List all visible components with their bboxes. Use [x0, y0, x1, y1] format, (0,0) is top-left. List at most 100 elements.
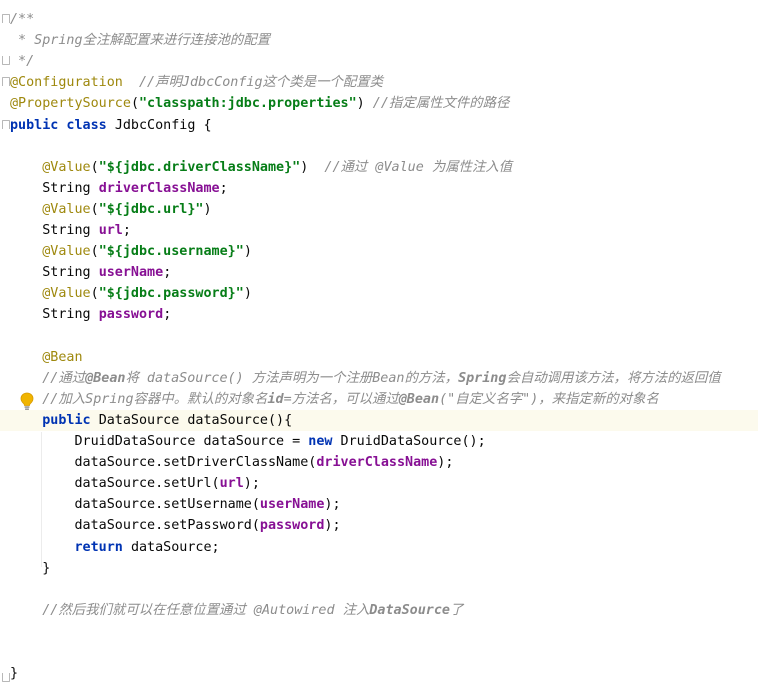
code-token: } — [10, 560, 51, 576]
code-token: 会自动调用该方法，将方法的返回值 — [506, 370, 721, 386]
code-token: /** — [10, 12, 35, 27]
code-token: dataSource.setUsername( — [10, 497, 260, 513]
code-line[interactable]: public DataSource dataSource(){ — [0, 409, 758, 431]
code-token: DruidDataSource dataSource = — [10, 434, 309, 449]
code-token: ( — [90, 201, 99, 217]
code-token: ( — [90, 286, 99, 302]
code-line[interactable]: String userName; — [10, 262, 171, 283]
code-line[interactable]: String url; — [10, 220, 131, 241]
code-token: DruidDataSource(); — [340, 434, 486, 449]
code-token: "${jdbc.driverClassName}" — [98, 159, 301, 175]
code-line[interactable]: @Configuration //声明JdbcConfig这个类是一个配置类 — [10, 72, 383, 93]
code-token: ( — [90, 159, 99, 175]
code-token: @Bean — [85, 370, 126, 386]
code-line[interactable]: dataSource.setDriverClassName(driverClas… — [10, 452, 453, 473]
fold-marker-icon[interactable] — [2, 14, 10, 23]
code-token: } — [10, 666, 19, 682]
lightbulb-icon[interactable] — [20, 392, 34, 411]
code-token: ; — [163, 265, 172, 281]
code-token: */ — [10, 54, 35, 70]
code-token: "classpath:jdbc.properties" — [139, 96, 357, 112]
code-token: @PropertySource — [10, 96, 131, 112]
code-line[interactable]: } — [10, 663, 18, 684]
code-line[interactable]: //通过@Bean将 dataSource() 方法声明为一个注册Bean的方法… — [10, 368, 721, 389]
code-token: "${jdbc.password}" — [98, 286, 244, 302]
code-line[interactable]: /** — [10, 9, 34, 30]
code-token: String — [10, 223, 99, 238]
code-token: ; — [219, 180, 228, 196]
code-token: public — [42, 412, 99, 428]
code-token: Spring — [458, 370, 507, 386]
fold-marker-icon[interactable] — [2, 77, 10, 86]
code-line[interactable]: @Bean — [10, 347, 82, 368]
code-token: String — [10, 307, 99, 323]
code-token: dataSource.setDriverClassName( — [10, 455, 317, 471]
code-token: //指定属性文件的路径 — [372, 96, 510, 112]
code-line[interactable]: @Value("${jdbc.password}") — [10, 283, 252, 304]
code-line[interactable]: @Value("${jdbc.username}") — [10, 241, 252, 262]
code-editor[interactable]: /** * Spring全注解配置来进行连接池的配置 */ @Configurat… — [0, 0, 758, 694]
code-token: driverClassName — [316, 455, 438, 471]
code-token: public class — [10, 117, 115, 133]
code-line[interactable]: */ — [10, 51, 34, 72]
editor-gutter[interactable] — [0, 0, 10, 694]
code-token: new — [308, 434, 341, 449]
code-token: //通过 @Value 为属性注入值 — [324, 159, 513, 175]
code-line[interactable]: @Value("${jdbc.driverClassName}") //通过 @… — [10, 157, 512, 178]
code-token: ) — [243, 244, 252, 260]
code-token: password — [259, 518, 325, 534]
code-token: "${jdbc.url}" — [98, 201, 204, 217]
code-line[interactable]: } — [10, 558, 50, 579]
code-line[interactable]: String password; — [10, 304, 171, 325]
code-token: url — [219, 476, 244, 492]
fold-marker-icon[interactable] — [2, 673, 10, 682]
code-token: @Bean — [398, 391, 440, 407]
code-token: ); — [324, 518, 341, 534]
code-token: ) — [203, 201, 212, 217]
code-token: ("自定义名字")，来指定新的对象名 — [439, 391, 659, 407]
code-line[interactable]: * Spring全注解配置来进行连接池的配置 — [10, 30, 270, 51]
code-token: @Configuration — [10, 75, 123, 91]
code-token: userName — [259, 497, 325, 513]
code-token: ; — [163, 307, 172, 323]
code-token: dataSource; — [130, 539, 220, 555]
code-token: @Value — [42, 201, 91, 217]
code-token: //声明JdbcConfig这个类是一个配置类 — [122, 75, 384, 91]
code-token: ) — [300, 159, 325, 175]
code-token: @Value — [42, 244, 91, 260]
code-token: "${jdbc.username}" — [98, 244, 244, 260]
code-token: =方法名，可以通过 — [283, 391, 399, 407]
code-token: return — [74, 539, 131, 555]
code-token: ) — [243, 286, 252, 302]
code-token: 了 — [450, 602, 464, 618]
code-token: dataSource.setUrl( — [10, 476, 220, 492]
code-token: * Spring全注解配置来进行连接池的配置 — [10, 33, 271, 49]
code-line[interactable]: dataSource.setUrl(url); — [10, 473, 259, 494]
code-line[interactable]: DruidDataSource dataSource = new DruidDa… — [10, 431, 486, 452]
fold-marker-icon[interactable] — [2, 120, 10, 129]
fold-marker-icon[interactable] — [2, 56, 10, 65]
code-line[interactable]: public class JdbcConfig { — [10, 115, 212, 136]
code-line[interactable]: return dataSource; — [10, 537, 220, 558]
code-token: //通过 — [42, 370, 86, 386]
code-line[interactable]: //然后我们就可以在任意位置通过 @Autowired 注入DataSource… — [10, 600, 463, 621]
code-line[interactable]: dataSource.setUsername(userName); — [10, 494, 340, 515]
code-line[interactable]: @Value("${jdbc.url}") — [10, 199, 212, 220]
code-line[interactable]: //加入Spring容器中。默认的对象名id=方法名，可以通过@Bean("自定… — [10, 389, 659, 410]
code-token: @Value — [42, 159, 91, 175]
code-line[interactable]: dataSource.setPassword(password); — [10, 515, 341, 536]
code-line[interactable]: String driverClassName; — [10, 178, 228, 199]
code-token: password — [98, 307, 164, 323]
code-line[interactable]: @PropertySource("classpath:jdbc.properti… — [10, 93, 509, 114]
code-token: @Value — [42, 286, 91, 302]
code-token: JdbcConfig { — [114, 117, 212, 133]
code-token: String — [10, 265, 99, 281]
